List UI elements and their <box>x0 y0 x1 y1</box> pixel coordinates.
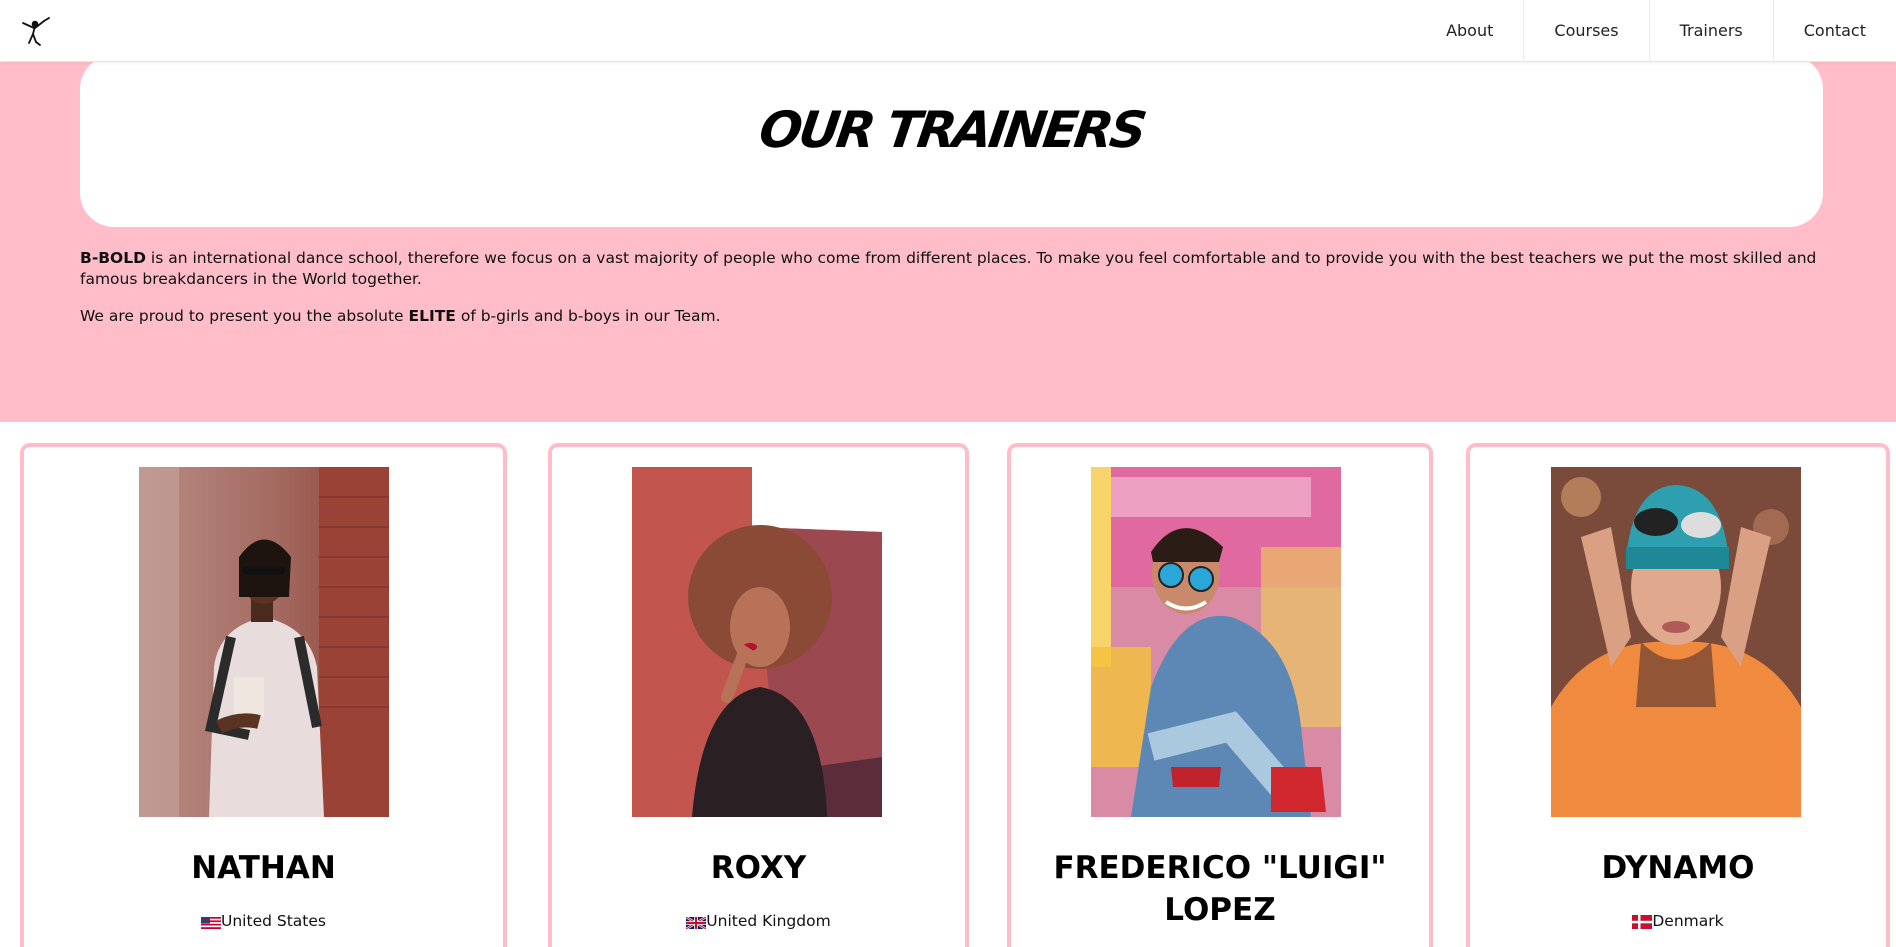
trainer-country: United Kingdom <box>552 912 965 931</box>
nav-about[interactable]: About <box>1416 0 1523 61</box>
trainer-photo-dynamo <box>1551 467 1801 817</box>
trainer-name: ROXY <box>710 850 807 886</box>
trainer-country: Denmark <box>1470 912 1886 930</box>
elite-word: ELITE <box>408 307 456 325</box>
trainer-card-roxy[interactable]: ROXY United Kingdom <box>548 443 969 947</box>
trainer-card-frederico[interactable]: FREDERICO "LUIGI" LOPEZ <box>1007 443 1433 947</box>
trainer-card-dynamo[interactable]: DYNAMO Denmark <box>1466 443 1890 947</box>
uk-flag-icon <box>685 915 707 931</box>
title-card: OUR TRAINERS <box>80 55 1823 227</box>
top-navigation-bar: About Courses Trainers Contact <box>0 0 1896 62</box>
intro-paragraph: B-BOLD is an international dance school,… <box>80 248 1825 290</box>
main-nav: About Courses Trainers Contact <box>1416 0 1896 61</box>
trainers-hero: OUR TRAINERS B-BOLD is an international … <box>0 55 1896 422</box>
trainer-name: NATHAN <box>191 850 336 886</box>
country-name: United Kingdom <box>706 912 831 930</box>
trainer-country: United States <box>24 912 503 930</box>
page-title: OUR TRAINERS <box>755 101 1148 159</box>
elite-post: of b-girls and b-boys in our Team. <box>455 307 721 325</box>
denmark-flag-icon <box>1632 915 1653 929</box>
brand-name: B-BOLD <box>80 249 146 267</box>
nav-courses[interactable]: Courses <box>1523 0 1648 61</box>
elite-paragraph: We are proud to present you the absolute… <box>80 306 1825 327</box>
breakdancer-logo-icon[interactable] <box>18 12 54 48</box>
intro-body: is an international dance school, theref… <box>80 249 1817 288</box>
intro-text: B-BOLD is an international dance school,… <box>80 248 1825 343</box>
nav-contact[interactable]: Contact <box>1772 0 1896 61</box>
trainer-photo-roxy <box>632 467 882 817</box>
country-name: Denmark <box>1652 912 1724 930</box>
trainer-card-nathan[interactable]: NATHAN United States <box>20 443 507 947</box>
country-name: United States <box>221 912 326 930</box>
elite-pre: We are proud to present you the absolute <box>80 307 409 325</box>
us-flag-icon <box>201 915 222 929</box>
trainer-photo-nathan <box>139 467 389 817</box>
trainer-name: FREDERICO "LUIGI" LOPEZ <box>1053 850 1387 928</box>
trainer-photo-frederico <box>1091 467 1341 817</box>
nav-trainers[interactable]: Trainers <box>1648 0 1773 61</box>
trainer-name: DYNAMO <box>1601 850 1755 886</box>
